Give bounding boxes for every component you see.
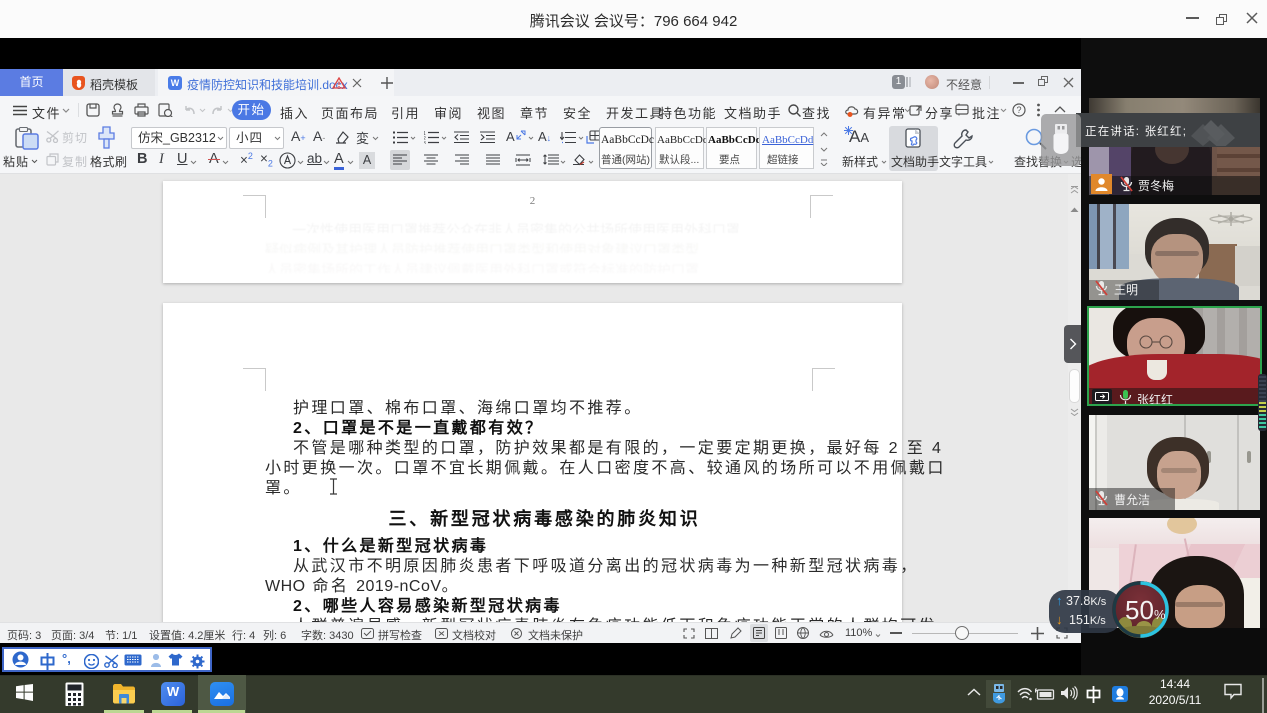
svg-text:3: 3 — [424, 141, 426, 144]
svg-text:%: % — [1154, 607, 1166, 622]
svg-text:?: ? — [1017, 105, 1022, 115]
svg-text:50: 50 — [1125, 595, 1154, 625]
